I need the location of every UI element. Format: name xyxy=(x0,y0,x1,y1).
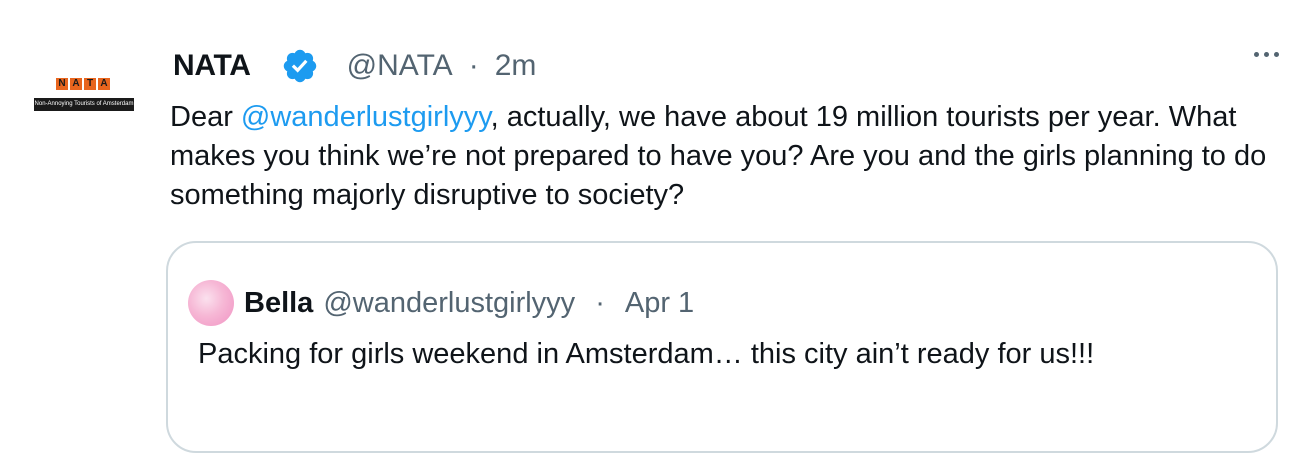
avatar[interactable]: N A T A Non-Annoying Tourists of Amsterd… xyxy=(34,78,134,114)
logo-letter: T xyxy=(84,78,96,90)
timestamp[interactable]: 2m xyxy=(495,49,537,83)
logo-letters: N A T A xyxy=(56,78,110,90)
tweet[interactable]: N A T A Non-Annoying Tourists of Amsterd… xyxy=(0,0,1313,471)
display-name[interactable]: NATA xyxy=(173,49,251,83)
tweet-text: Dear @wanderlustgirlyyy, actually, we ha… xyxy=(170,98,1270,215)
verified-badge-icon xyxy=(283,49,316,83)
quoted-user-handle[interactable]: @wanderlustgirlyyy xyxy=(323,287,575,320)
tweet-text-prefix: Dear xyxy=(170,101,241,133)
dot-icon xyxy=(1254,52,1259,57)
avatar[interactable] xyxy=(188,280,234,326)
tweet-header: NATA @NATA · 2m xyxy=(173,44,536,88)
separator-dot: · xyxy=(595,286,605,319)
logo-letter: N xyxy=(56,78,68,90)
quoted-tweet-text: Packing for girls weekend in Amsterdam… … xyxy=(198,338,1095,370)
more-options-icon[interactable] xyxy=(1254,52,1279,57)
logo-letter: A xyxy=(98,78,110,90)
logo-subtitle: Non-Annoying Tourists of Amsterdam xyxy=(34,98,134,111)
quoted-timestamp[interactable]: Apr 1 xyxy=(625,287,694,320)
separator-dot: · xyxy=(468,49,479,82)
dot-icon xyxy=(1274,52,1279,57)
quoted-display-name[interactable]: Bella xyxy=(244,287,313,320)
logo-letter: A xyxy=(70,78,82,90)
quoted-tweet[interactable]: Bella @wanderlustgirlyyy · Apr 1 Packing… xyxy=(166,241,1278,453)
quoted-tweet-header: Bella @wanderlustgirlyyy · Apr 1 xyxy=(188,280,694,326)
user-handle[interactable]: @NATA xyxy=(347,49,453,83)
dot-icon xyxy=(1264,52,1269,57)
mention-link[interactable]: @wanderlustgirlyyy xyxy=(241,101,491,133)
